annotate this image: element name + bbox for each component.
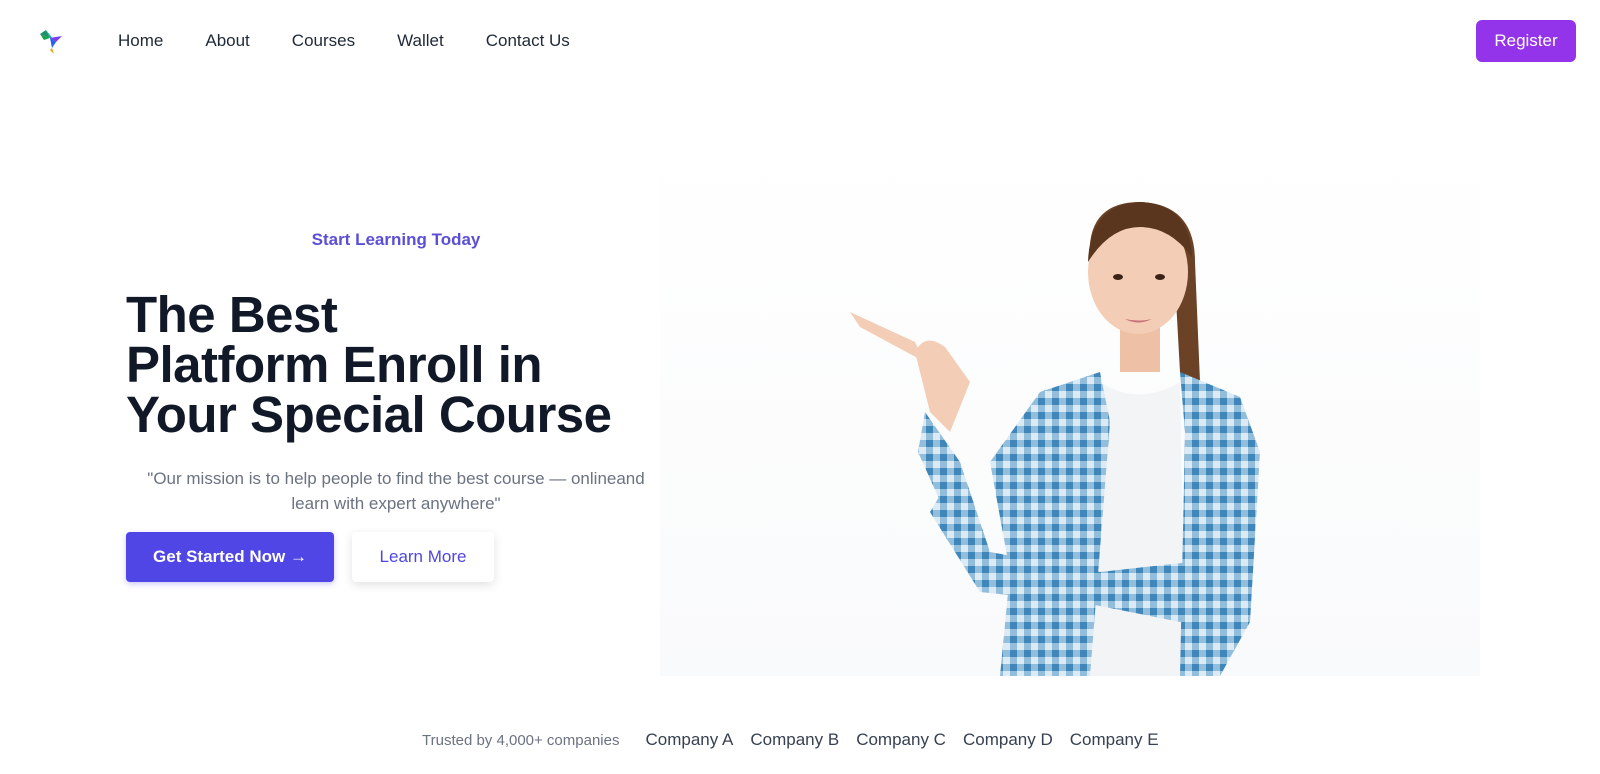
company-logo: Company C [856, 730, 946, 749]
learn-more-button[interactable]: Learn More [352, 532, 494, 582]
company-logo: Company B [750, 730, 840, 749]
company-logo: Company D [962, 730, 1053, 749]
trusted-by-row: Trusted by 4,000+ companies Company A Co… [422, 730, 1176, 750]
trusted-label: Trusted by 4,000+ companies [422, 731, 620, 749]
mission-line-2: learn with expert anywhere" [291, 494, 501, 513]
company-logo: Company A [645, 730, 734, 749]
nav-contact-us[interactable]: Contact Us [486, 29, 570, 53]
top-navbar: Home About Courses Wallet Contact Us Reg… [0, 0, 1600, 82]
nav-courses[interactable]: Courses [292, 29, 355, 53]
woman-pointing-illustration [850, 202, 1260, 676]
main-nav: Home About Courses Wallet Contact Us [118, 29, 612, 53]
get-started-button[interactable]: Get Started Now → [126, 532, 334, 582]
cta-row: Get Started Now → Learn More [126, 532, 494, 582]
nav-home[interactable]: Home [118, 29, 163, 53]
nav-about[interactable]: About [205, 29, 249, 53]
mission-text: "Our mission is to help people to find t… [126, 466, 666, 516]
nav-wallet[interactable]: Wallet [397, 29, 444, 53]
headline-line-2: Platform Enroll in [126, 336, 543, 393]
bird-logo-icon[interactable] [36, 26, 66, 56]
company-logo: Company E [1069, 730, 1159, 749]
hero-headline: The Best Platform Enroll in Your Special… [126, 286, 686, 443]
headline-line-1: The Best [126, 286, 338, 343]
headline-line-3: Your Special Course [126, 386, 612, 443]
hero-image [660, 132, 1480, 676]
mission-line-1: "Our mission is to help people to find t… [147, 469, 645, 488]
hero-eyebrow: Start Learning Today [311, 230, 481, 249]
register-button[interactable]: Register [1476, 20, 1576, 62]
